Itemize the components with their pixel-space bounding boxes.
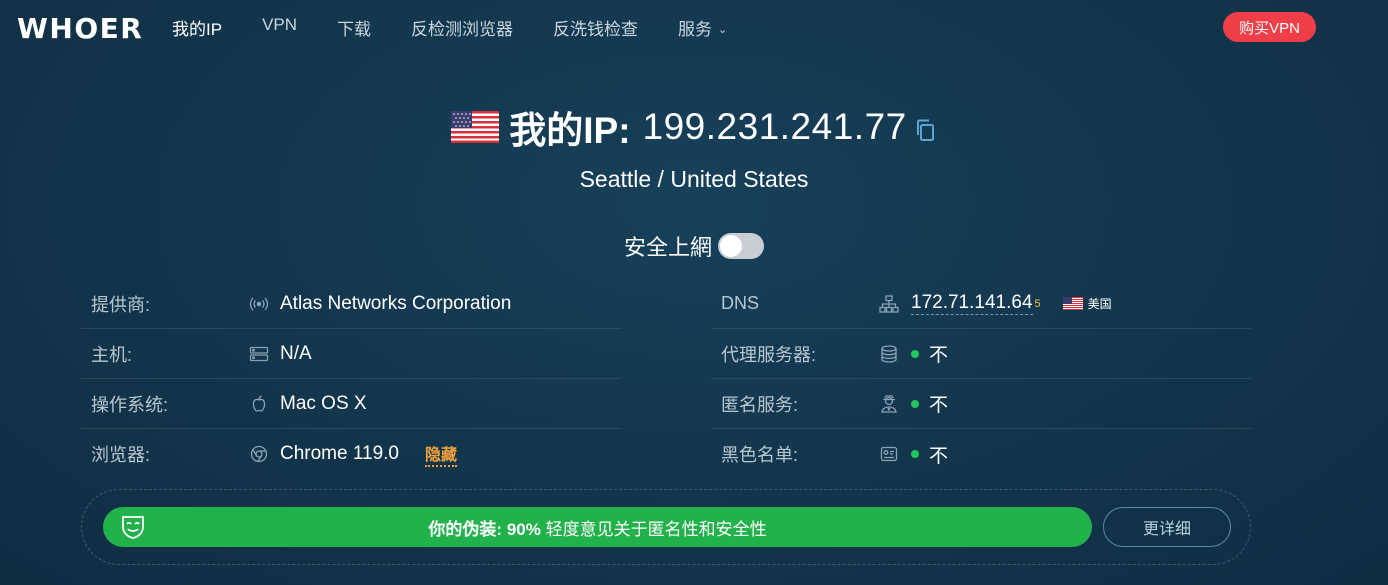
main-nav: 我的IP VPN 下载 反检测浏览器 反洗钱检查 服务 ⌄ <box>172 15 767 40</box>
proxy-value-wrap: 不 <box>911 340 948 367</box>
secure-browsing-label: 安全上網 <box>623 235 712 260</box>
blacklist-icon <box>879 444 899 464</box>
score-suffix: 轻度意见关于匿名性和安全性 <box>545 519 767 539</box>
browser-value-wrap: Chrome 119.0 隐藏 <box>280 441 458 467</box>
info-row-provider: 提供商: Atlas Networks Corporation <box>81 279 621 329</box>
buy-vpn-button[interactable]: 购买VPN <box>1223 12 1316 42</box>
disguise-score-panel: 你的伪装: 90% 轻度意见关于匿名性和安全性 更详细 <box>81 489 1251 565</box>
server-icon <box>249 344 269 364</box>
info-row-anonymizer: 匿名服务: 不 <box>711 379 1251 429</box>
anonymizer-value: 不 <box>929 395 949 416</box>
chrome-icon <box>249 444 269 464</box>
status-ok-dot <box>911 450 919 458</box>
nav-item-antidetect-browser[interactable]: 反检测浏览器 <box>411 15 513 40</box>
anonymizer-label: 匿名服务: <box>721 394 799 415</box>
ip-location: Seattle / United States <box>579 166 809 192</box>
network-icon <box>879 294 899 314</box>
provider-value: Atlas Networks Corporation <box>280 292 512 314</box>
os-value: Mac OS X <box>280 392 367 414</box>
provider-label: 提供商: <box>91 294 151 315</box>
nav-item-aml-check[interactable]: 反洗钱检查 <box>553 15 638 40</box>
browser-label: 浏览器: <box>91 445 151 465</box>
ip-label: 我的IP: <box>509 110 631 151</box>
nav-item-services[interactable]: 服务 ⌄ <box>678 15 727 40</box>
connection-info-right: DNS 172.71.141.64 5 美国 代理服务器: 不 匿名服务: 不 黑… <box>711 279 1251 479</box>
info-row-dns: DNS 172.71.141.64 5 美国 <box>711 279 1251 329</box>
score-prefix: 你的伪装: <box>428 519 503 539</box>
mask-icon <box>122 516 144 539</box>
status-ok-dot <box>911 399 919 408</box>
info-row-os: 操作系统: Mac OS X <box>81 379 621 429</box>
ip-address-value[interactable]: 199.231.241.77 <box>643 106 907 148</box>
anonymizer-value-wrap: 不 <box>911 390 948 417</box>
us-flag-icon <box>451 111 500 143</box>
connection-info-left: 提供商: Atlas Networks Corporation 主机: N/A … <box>81 279 621 479</box>
signal-icon <box>249 294 269 314</box>
apple-icon <box>249 394 269 414</box>
blacklist-value-wrap: 不 <box>911 441 948 468</box>
anonymous-icon <box>879 394 899 414</box>
secure-browsing-toggle[interactable] <box>718 233 764 259</box>
info-row-host: 主机: N/A <box>81 329 621 379</box>
dns-ip-value[interactable]: 172.71.141.64 <box>911 292 1033 315</box>
us-flag-icon <box>1062 297 1083 310</box>
database-icon <box>879 344 899 364</box>
top-navbar: WHOER 我的IP VPN 下载 反检测浏览器 反洗钱检查 服务 ⌄ 购买VPN <box>0 0 1388 52</box>
host-label: 主机: <box>91 344 133 365</box>
copy-icon[interactable] <box>913 118 937 142</box>
secure-browsing-row: 安全上網 <box>0 230 1388 262</box>
proxy-value: 不 <box>929 345 949 366</box>
hide-browser-link[interactable]: 隐藏 <box>425 441 458 467</box>
more-details-button[interactable]: 更详细 <box>1103 507 1231 547</box>
nav-item-services-label: 服务 <box>678 20 713 39</box>
info-row-browser: 浏览器: Chrome 119.0 隐藏 <box>81 429 621 479</box>
info-row-blacklist: 黑色名单: 不 <box>711 429 1251 479</box>
nav-item-vpn[interactable]: VPN <box>262 15 297 40</box>
os-label: 操作系统: <box>91 394 169 415</box>
my-ip-heading: 我的IP: 199.231.241.77 <box>0 100 1388 154</box>
dns-label: DNS <box>721 293 760 313</box>
whoer-logo[interactable]: WHOER <box>17 12 143 45</box>
blacklist-value: 不 <box>929 445 949 467</box>
score-percent: 90% <box>506 519 541 539</box>
proxy-label: 代理服务器: <box>721 344 817 365</box>
nav-item-download[interactable]: 下载 <box>337 15 371 40</box>
chevron-down-icon: ⌄ <box>718 24 728 36</box>
browser-value: Chrome 119.0 <box>280 443 399 464</box>
blacklist-label: 黑色名单: <box>721 445 799 465</box>
disguise-score-bar: 你的伪装: 90% 轻度意见关于匿名性和安全性 <box>103 507 1092 547</box>
info-row-proxy: 代理服务器: 不 <box>711 329 1251 379</box>
dns-country: 美国 <box>1087 297 1112 311</box>
score-text: 你的伪装: 90% 轻度意见关于匿名性和安全性 <box>428 515 766 540</box>
host-value: N/A <box>280 342 312 364</box>
status-ok-dot <box>911 349 919 358</box>
nav-item-my-ip[interactable]: 我的IP <box>172 15 222 40</box>
dns-count-badge: 5 <box>1034 297 1041 310</box>
toggle-knob <box>720 235 742 257</box>
dns-value-wrap: 172.71.141.64 5 美国 <box>911 292 1112 315</box>
